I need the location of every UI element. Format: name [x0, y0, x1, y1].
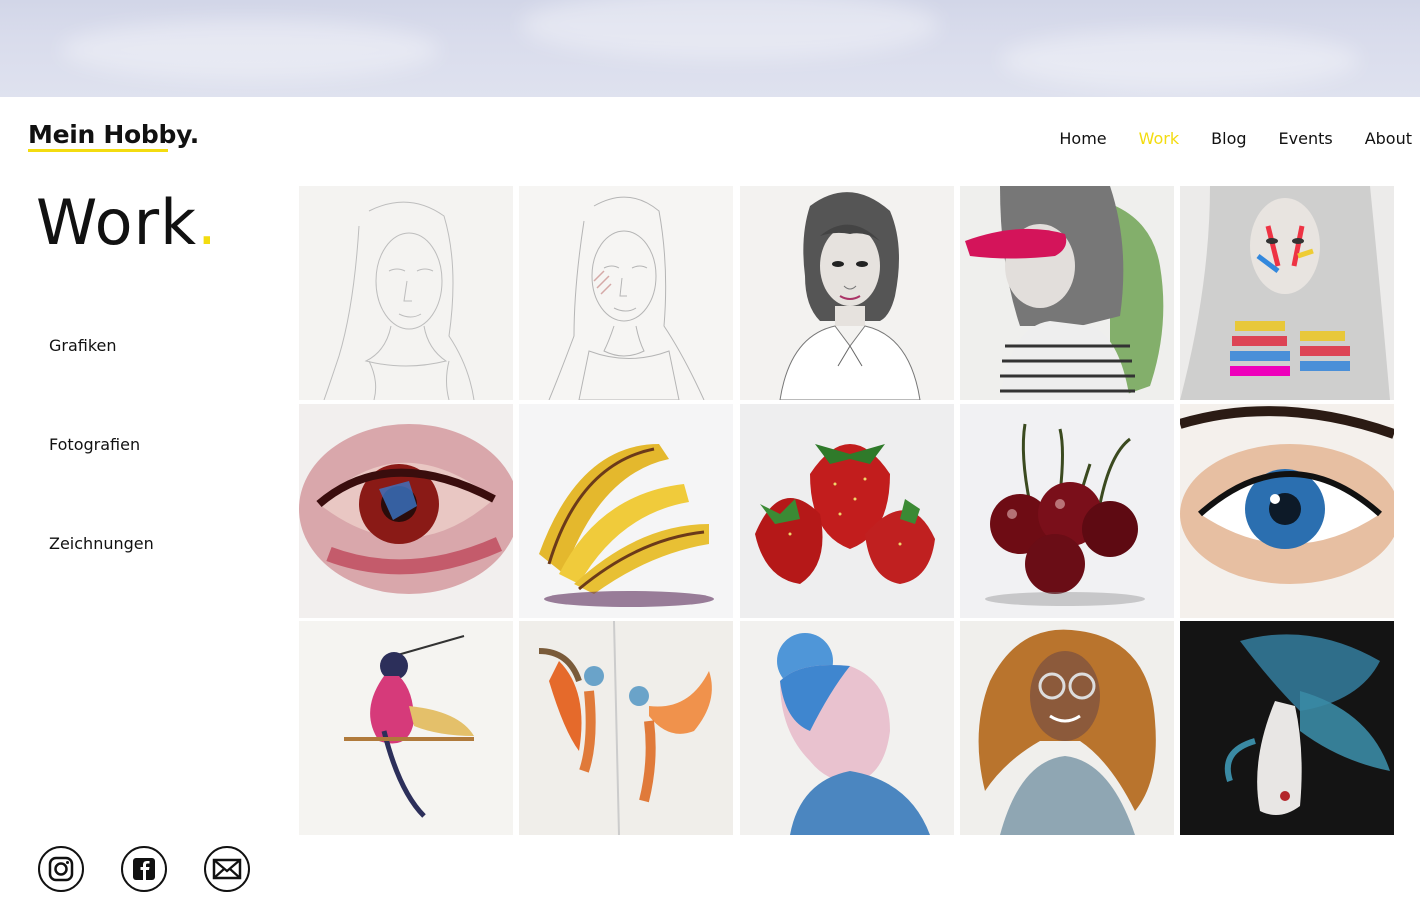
gallery-item-sketch-portrait-1[interactable]	[299, 186, 513, 400]
hero-sky-banner	[0, 0, 1420, 97]
gallery-item-colored-stripes-portrait[interactable]	[1180, 186, 1394, 400]
gallery-item-curly-hair-portrait[interactable]	[960, 621, 1174, 835]
nav-work[interactable]: Work	[1139, 129, 1180, 148]
gallery-item-pink-brushstroke-portrait[interactable]	[960, 186, 1174, 400]
nav-about[interactable]: About	[1365, 129, 1412, 148]
gallery-item-strawberries[interactable]	[740, 404, 954, 618]
instagram-link[interactable]	[38, 846, 84, 892]
page-title-text: Work	[36, 186, 197, 259]
mail-link[interactable]	[204, 846, 250, 892]
nav-events[interactable]: Events	[1279, 129, 1333, 148]
gallery-item-two-birds[interactable]	[519, 621, 733, 835]
nav-home[interactable]: Home	[1059, 129, 1106, 148]
nav-blog[interactable]: Blog	[1211, 129, 1246, 148]
gallery-item-blue-hair-profile[interactable]	[740, 621, 954, 835]
category-fotografien[interactable]: Fotografien	[49, 435, 140, 454]
gallery-item-cherries[interactable]	[960, 404, 1174, 618]
gallery-item-red-eye-painting[interactable]	[299, 404, 513, 618]
gallery-item-bananas[interactable]	[519, 404, 733, 618]
site-header: Mein Hobby. Home Work Blog Events About	[0, 97, 1420, 177]
mail-icon	[204, 846, 250, 892]
gallery-grid	[299, 186, 1394, 835]
category-zeichnungen[interactable]: Zeichnungen	[49, 534, 154, 553]
facebook-icon	[121, 846, 167, 892]
logo-underline	[28, 149, 168, 152]
gallery-item-hummingbird[interactable]	[299, 621, 513, 835]
category-grafiken[interactable]: Grafiken	[49, 336, 117, 355]
site-logo[interactable]: Mein Hobby.	[28, 120, 199, 149]
page-title: Work.	[36, 186, 218, 259]
gallery-item-blue-eye[interactable]	[1180, 404, 1394, 618]
gallery-item-sketch-portrait-2[interactable]	[519, 186, 733, 400]
page-title-dot: .	[197, 186, 218, 259]
facebook-link[interactable]	[121, 846, 167, 892]
gallery-item-betta-fish[interactable]	[1180, 621, 1394, 835]
gallery-item-graphite-portrait[interactable]	[740, 186, 954, 400]
main-nav: Home Work Blog Events About	[1027, 129, 1412, 148]
instagram-icon	[38, 846, 84, 892]
